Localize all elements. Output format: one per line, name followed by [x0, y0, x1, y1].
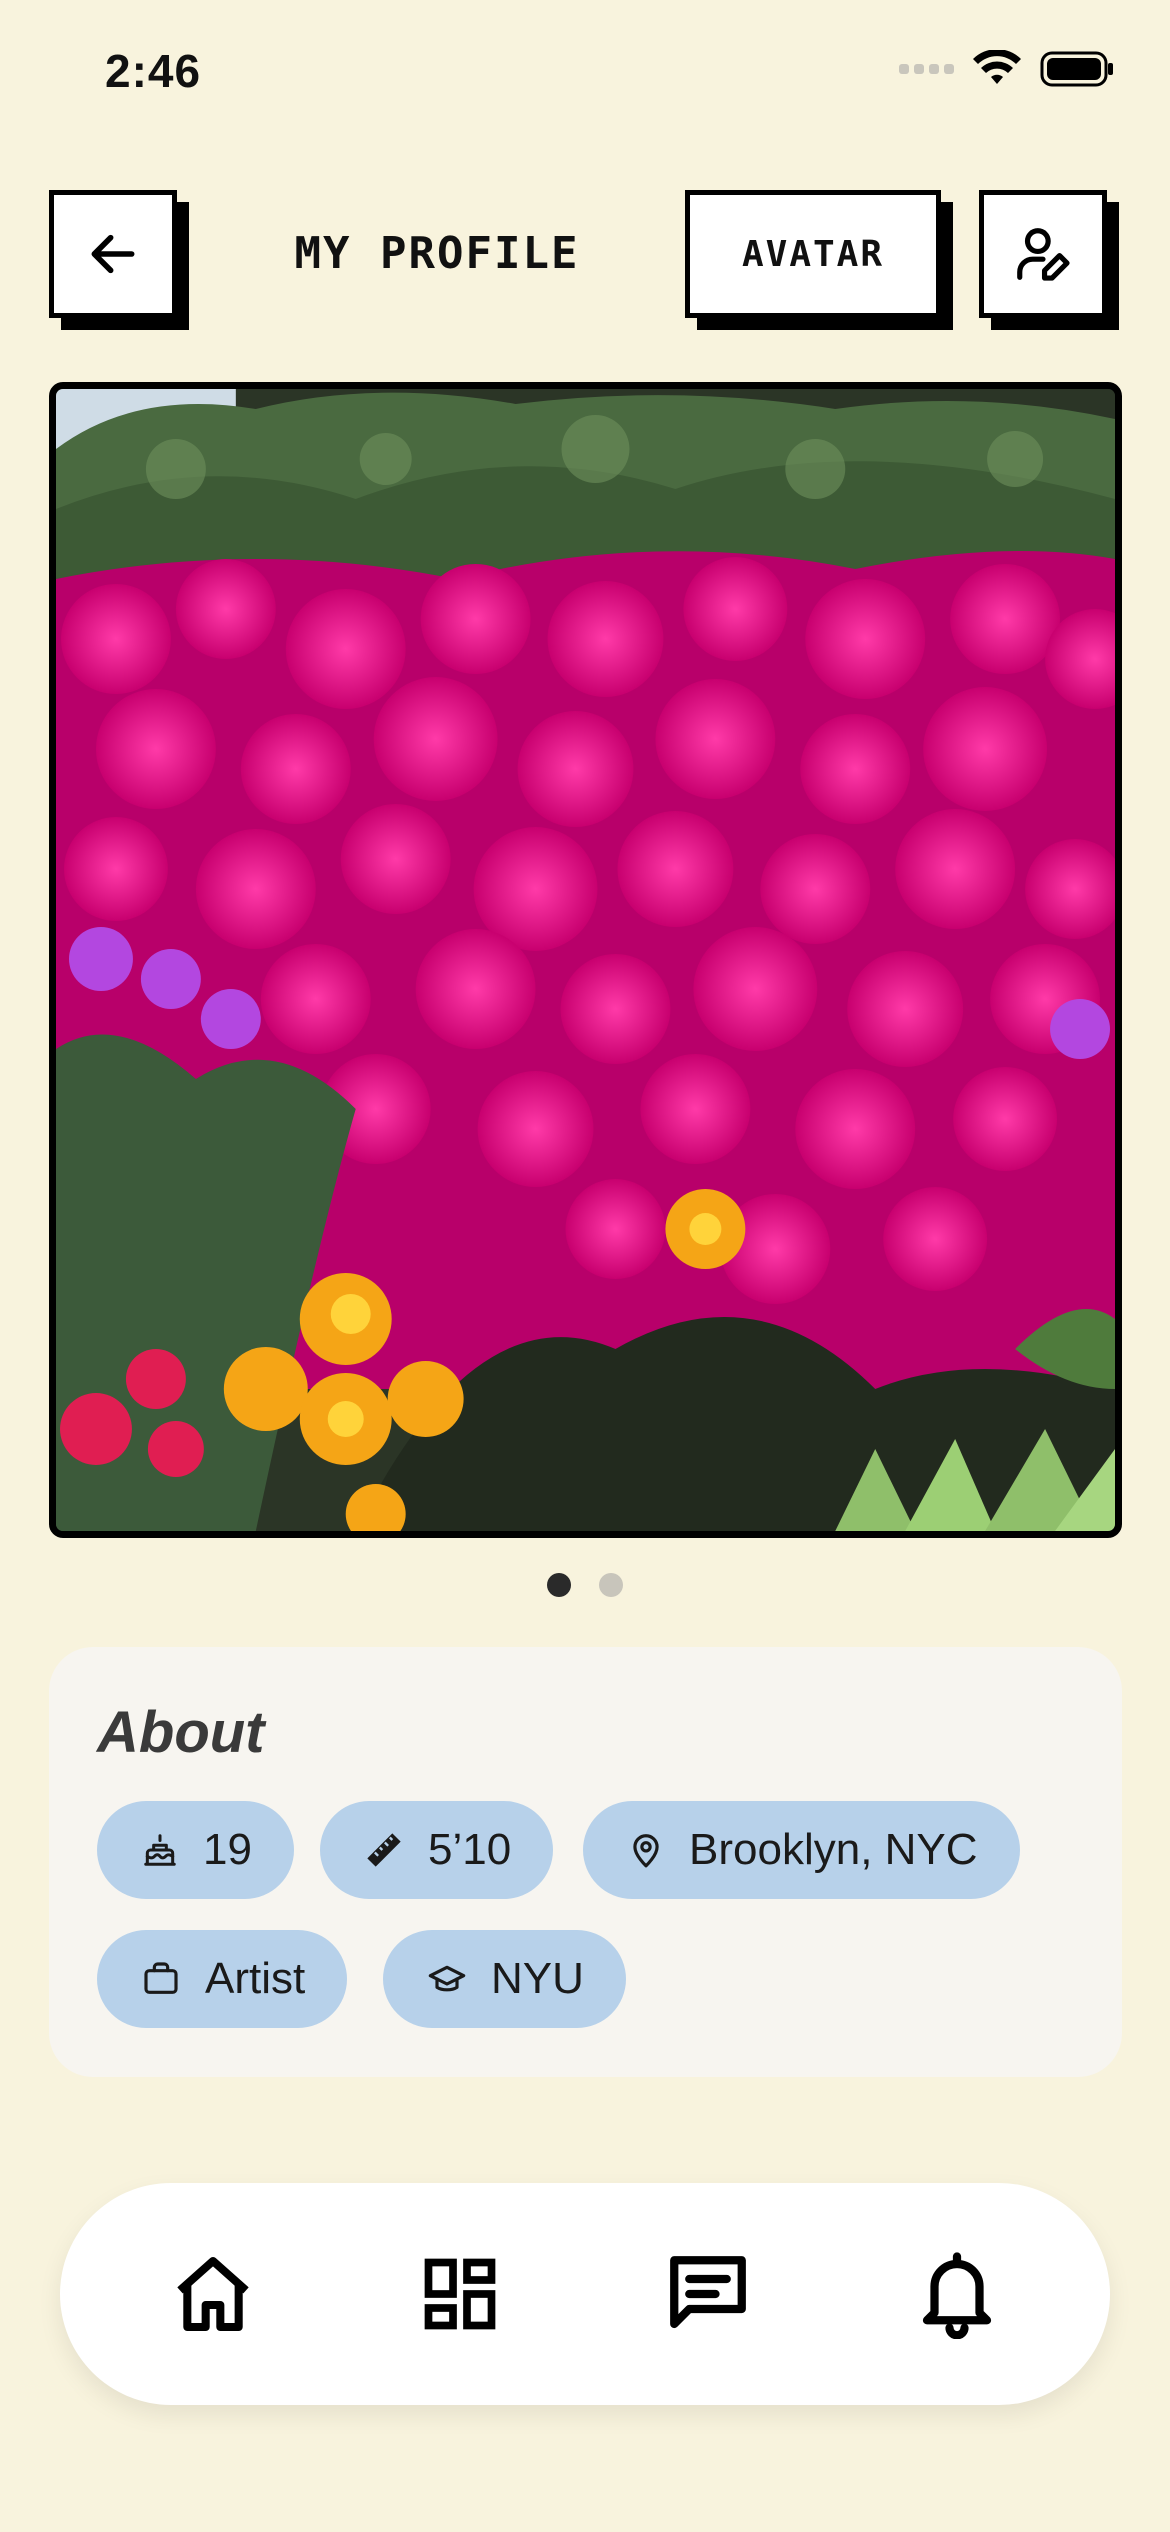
- battery-icon: [1040, 51, 1113, 87]
- location-pin-icon: [633, 1834, 659, 1868]
- nav-home[interactable]: [148, 2183, 278, 2405]
- briefcase-icon: [144, 1962, 178, 1994]
- home-icon: [177, 2256, 249, 2332]
- chip-age: 19: [97, 1801, 294, 1899]
- edit-profile-button[interactable]: [979, 190, 1107, 318]
- chat-icon: [670, 2256, 746, 2329]
- chip-school: NYU: [383, 1930, 626, 2028]
- graduation-cap-icon: [428, 1965, 466, 1992]
- cellular-signal-icon: [899, 64, 954, 74]
- photo-pager[interactable]: [0, 1573, 1170, 1597]
- chip-age-label: 19: [203, 1825, 252, 1874]
- chip-school-label: NYU: [491, 1954, 584, 2003]
- user-edit-icon: [1017, 228, 1070, 281]
- chip-occupation: Artist: [97, 1930, 348, 2028]
- page-title: MY PROFILE: [294, 228, 580, 279]
- nav-dashboard[interactable]: [395, 2183, 525, 2405]
- chip-location-label: Brooklyn, NYC: [689, 1825, 978, 1874]
- bottom-nav: [60, 2183, 1110, 2405]
- cake-icon: [144, 1834, 176, 1866]
- chip-location: Brooklyn, NYC: [583, 1801, 1020, 1899]
- about-title: About: [97, 1700, 265, 1765]
- pager-dot-2[interactable]: [599, 1573, 623, 1597]
- chip-height: 5’10: [320, 1801, 554, 1899]
- nav-messages[interactable]: [643, 2183, 773, 2405]
- profile-screen: 2:46 MY PROFILE AVATAR About 19 5’10 Bro…: [0, 0, 1170, 2532]
- chip-height-label: 5’10: [428, 1825, 512, 1874]
- nav-notifications[interactable]: [892, 2183, 1022, 2405]
- about-card: About 19 5’10 Brooklyn, NYC Artist NYU: [49, 1647, 1122, 2077]
- wifi-icon: [973, 50, 1021, 84]
- avatar-button-label: AVATAR: [741, 233, 885, 275]
- arrow-left-icon: [91, 234, 135, 274]
- profile-photo[interactable]: [49, 382, 1122, 1538]
- chip-occupation-label: Artist: [205, 1954, 306, 2003]
- status-time: 2:46: [105, 45, 202, 97]
- back-button[interactable]: [49, 190, 177, 318]
- pager-dot-1[interactable]: [547, 1573, 571, 1597]
- ruler-icon: [367, 1833, 401, 1867]
- flower-field-image: [56, 389, 1115, 1531]
- bell-icon: [922, 2252, 992, 2339]
- avatar-button[interactable]: AVATAR: [685, 190, 941, 318]
- dashboard-icon: [424, 2258, 496, 2330]
- status-icons: [899, 50, 1114, 88]
